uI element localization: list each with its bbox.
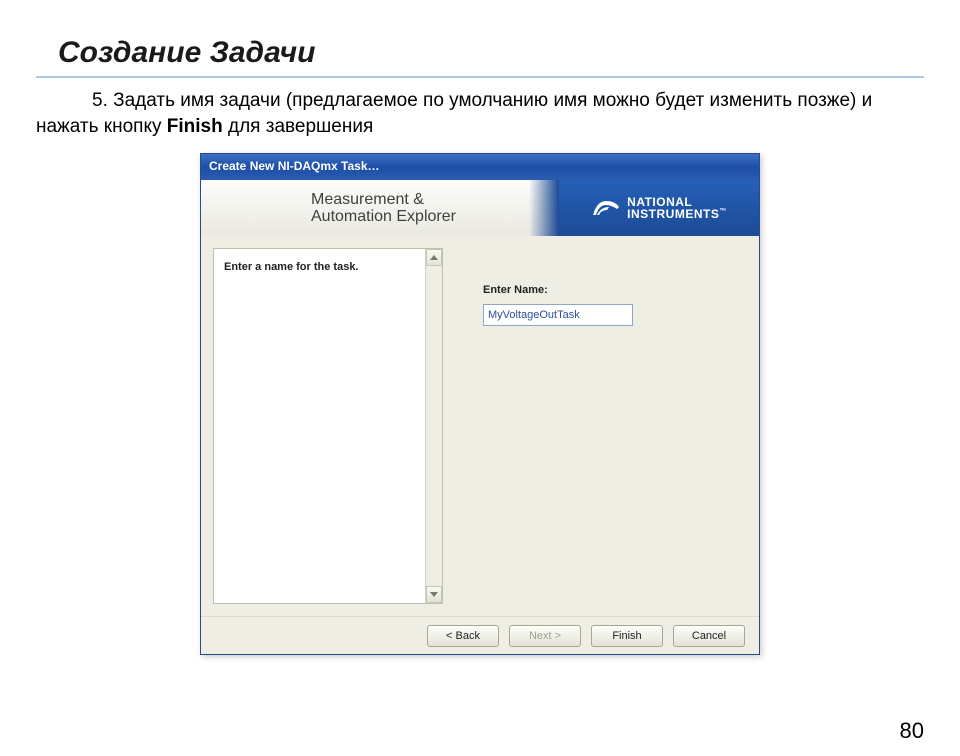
instruction-bold: Finish [167,116,223,137]
trademark: ™ [719,208,727,215]
chevron-up-icon [430,255,438,260]
dialog-body: Enter a name for the task. Enter Name: [201,236,759,616]
chevron-down-icon [430,592,438,597]
info-pane: Enter a name for the task. [213,248,443,604]
scroll-up-button[interactable] [426,249,442,266]
page-number: 80 [900,718,924,744]
back-button[interactable]: < Back [427,625,499,647]
info-text: Enter a name for the task. [224,261,359,273]
ni-logo-icon [591,197,621,219]
instruction-part1: Задать имя задачи (предлагаемое по умолч… [36,90,872,137]
scrollbar[interactable] [425,249,442,603]
window-titlebar[interactable]: Create New NI-DAQmx Task… [201,154,759,180]
task-name-input[interactable] [483,304,633,326]
brand-logo-area: NATIONAL INSTRUMENTS™ [559,180,759,236]
banner-app-name: Measurement & Automation Explorer [201,191,559,226]
banner: Measurement & Automation Explorer NATION… [201,180,759,236]
brand-line2: INSTRUMENTS [627,207,719,221]
cancel-button[interactable]: Cancel [673,625,745,647]
window-title: Create New NI-DAQmx Task… [209,159,380,173]
instruction-part2: для завершения [223,116,374,137]
next-button: Next > [509,625,581,647]
form-pane: Enter Name: [483,248,747,604]
name-label: Enter Name: [483,284,747,296]
scroll-track[interactable] [426,266,442,586]
finish-button[interactable]: Finish [591,625,663,647]
dialog-window: Create New NI-DAQmx Task… Measurement & … [200,153,760,655]
dialog-footer: < Back Next > Finish Cancel [201,616,759,654]
scroll-down-button[interactable] [426,586,442,603]
slide-title: Создание Задачи [58,36,960,70]
instruction-text: 5. Задать имя задачи (предлагаемое по ум… [36,88,924,139]
step-number: 5. [92,90,108,111]
banner-line1: Measurement & [311,191,559,209]
banner-line2: Automation Explorer [311,208,559,226]
divider [36,76,924,78]
